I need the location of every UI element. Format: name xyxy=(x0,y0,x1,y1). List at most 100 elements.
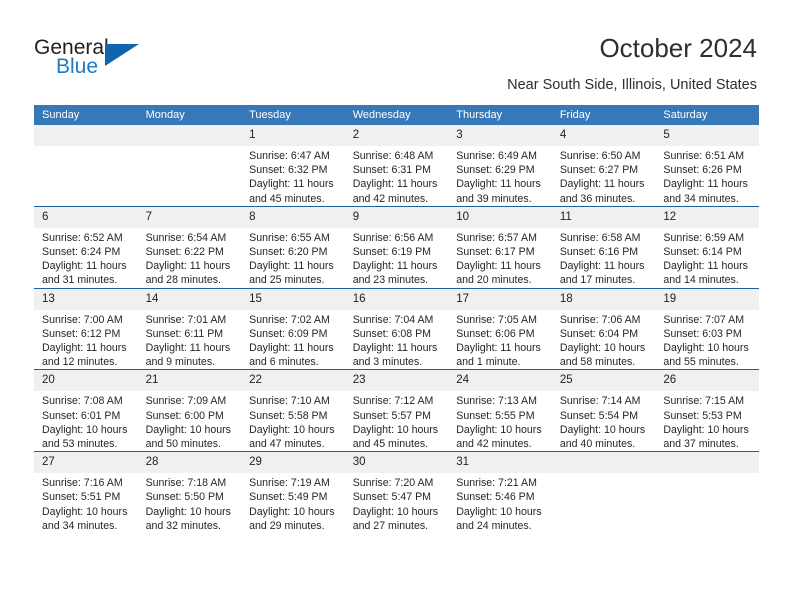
calendar-day-cell[interactable]: 12 Sunrise: 6:59 AM Sunset: 6:14 PM Dayligh… xyxy=(655,205,759,289)
calendar-day-cell[interactable]: 16 Sunrise: 7:04 AM Sunset: 6:08 PM Dayligh… xyxy=(344,287,449,370)
day-detail-line: Sunrise: 6:57 AM xyxy=(456,231,537,244)
day-detail-line: Sunrise: 7:00 AM xyxy=(42,313,123,326)
day-detail-line: Daylight: 11 hours xyxy=(145,342,231,355)
day-sun-details: Sunrise: 7:14 AM Sunset: 5:54 PM Daylight:… xyxy=(552,391,656,451)
calendar-day-cell[interactable]: 9 Sunrise: 6:56 AM Sunset: 6:19 PM Daylight… xyxy=(344,205,449,289)
day-number: 14 xyxy=(137,288,242,310)
calendar-day-cell[interactable]: 27 Sunrise: 7:16 AM Sunset: 5:51 PM Dayligh… xyxy=(34,451,138,534)
weekday-header-tuesday: Tuesday xyxy=(241,105,345,125)
calendar-day-cell[interactable]: 4 Sunrise: 6:50 AM Sunset: 6:27 PM Daylight… xyxy=(551,125,656,207)
day-detail-line: Sunrise: 7:18 AM xyxy=(145,477,227,490)
calendar-day-cell[interactable]: 30 Sunrise: 7:20 AM Sunset: 5:47 PM Dayligh… xyxy=(344,451,449,534)
calendar-day-cell[interactable]: 31 Sunrise: 7:21 AM Sunset: 5:46 PM Dayligh… xyxy=(448,451,552,534)
day-detail-line: Sunset: 6:00 PM xyxy=(145,409,224,422)
day-detail-line: Sunset: 6:01 PM xyxy=(42,409,121,422)
calendar-day-cell[interactable]: 24 Sunrise: 7:13 AM Sunset: 5:55 PM Dayligh… xyxy=(448,369,552,452)
calendar-day-cell[interactable]: 3 Sunrise: 6:49 AM Sunset: 6:29 PM Daylight… xyxy=(448,125,552,207)
day-sun-details: Sunrise: 7:02 AM Sunset: 6:09 PM Daylight:… xyxy=(241,310,345,370)
day-detail-line: Daylight: 11 hours xyxy=(456,178,541,191)
calendar-day-cell[interactable]: 18 Sunrise: 7:06 AM Sunset: 6:04 PM Dayligh… xyxy=(551,287,656,370)
day-detail-line: Sunrise: 7:01 AM xyxy=(145,313,227,326)
day-number: 6 xyxy=(34,206,138,228)
day-sun-details xyxy=(552,473,656,476)
day-number: 21 xyxy=(137,370,242,392)
day-sun-details: Sunrise: 6:49 AM Sunset: 6:29 PM Daylight:… xyxy=(448,146,552,206)
day-detail-line: and 53 minutes. xyxy=(42,438,118,451)
general-blue-logo[interactable]: General Blue xyxy=(34,36,234,86)
day-sun-details: Sunrise: 7:07 AM Sunset: 6:03 PM Daylight:… xyxy=(655,310,759,370)
day-number: 18 xyxy=(551,288,656,310)
day-detail-line: and 34 minutes. xyxy=(42,519,118,532)
calendar-day-cell[interactable]: 26 Sunrise: 7:15 AM Sunset: 5:53 PM Dayligh… xyxy=(655,369,759,452)
calendar-day-cell[interactable]: 25 Sunrise: 7:14 AM Sunset: 5:54 PM Dayligh… xyxy=(551,369,656,452)
day-detail-line: Sunrise: 7:07 AM xyxy=(663,313,745,326)
calendar-day-cell[interactable]: 10 Sunrise: 6:57 AM Sunset: 6:17 PM Dayligh… xyxy=(448,205,552,289)
calendar-day-cell[interactable]: 8 Sunrise: 6:55 AM Sunset: 6:20 PM Daylight… xyxy=(241,205,345,289)
day-detail-line: Sunrise: 7:04 AM xyxy=(352,313,434,326)
calendar-day-cell[interactable]: 22 Sunrise: 7:10 AM Sunset: 5:58 PM Dayligh… xyxy=(241,369,345,452)
day-sun-details: Sunrise: 6:54 AM Sunset: 6:22 PM Daylight:… xyxy=(138,228,242,288)
day-detail-line: Daylight: 10 hours xyxy=(663,423,749,436)
calendar-day-cell[interactable]: 2 Sunrise: 6:48 AM Sunset: 6:31 PM Daylight… xyxy=(344,125,449,207)
day-sun-details xyxy=(655,473,759,476)
calendar-day-cell[interactable]: 6 Sunrise: 6:52 AM Sunset: 6:24 PM Daylight… xyxy=(34,205,138,289)
calendar-day-cell[interactable]: 20 Sunrise: 7:08 AM Sunset: 6:01 PM Dayligh… xyxy=(34,369,138,452)
day-detail-line: Daylight: 10 hours xyxy=(352,505,439,518)
day-detail-line: Daylight: 10 hours xyxy=(145,423,231,436)
day-detail-line: and 3 minutes. xyxy=(352,356,423,369)
calendar-body: 1 Sunrise: 6:47 AM Sunset: 6:32 PM Daylight… xyxy=(34,125,759,534)
day-number: 24 xyxy=(448,370,552,392)
calendar-day-cell[interactable]: 29 Sunrise: 7:19 AM Sunset: 5:49 PM Dayligh… xyxy=(241,451,345,534)
day-sun-details: Sunrise: 7:16 AM Sunset: 5:51 PM Daylight:… xyxy=(34,473,138,533)
day-number xyxy=(34,125,138,146)
day-sun-details: Sunrise: 7:10 AM Sunset: 5:58 PM Daylight:… xyxy=(241,391,345,451)
page-title: October 2024 xyxy=(599,33,757,63)
day-number: 30 xyxy=(344,452,449,474)
page-subtitle: Near South Side, Illinois, United States xyxy=(507,77,757,93)
day-sun-details: Sunrise: 6:50 AM Sunset: 6:27 PM Daylight:… xyxy=(552,146,656,206)
day-detail-line: and 32 minutes. xyxy=(145,519,221,532)
day-sun-details: Sunrise: 7:00 AM Sunset: 6:12 PM Daylight:… xyxy=(34,310,138,370)
day-detail-line: Daylight: 11 hours xyxy=(42,342,127,355)
day-detail-line: and 55 minutes. xyxy=(663,356,739,369)
calendar-day-cell[interactable]: 19 Sunrise: 7:07 AM Sunset: 6:03 PM Dayligh… xyxy=(655,287,759,370)
calendar-cell-empty xyxy=(137,125,242,207)
day-number xyxy=(137,125,242,146)
calendar-day-cell[interactable]: 7 Sunrise: 6:54 AM Sunset: 6:22 PM Daylight… xyxy=(137,205,242,289)
calendar-day-cell[interactable]: 5 Sunrise: 6:51 AM Sunset: 6:26 PM Daylight… xyxy=(655,125,759,207)
day-sun-details: Sunrise: 7:05 AM Sunset: 6:06 PM Daylight:… xyxy=(448,310,552,370)
day-detail-line: Sunrise: 6:51 AM xyxy=(663,150,745,162)
day-sun-details: Sunrise: 7:08 AM Sunset: 6:01 PM Daylight:… xyxy=(34,391,138,451)
day-sun-details: Sunrise: 7:06 AM Sunset: 6:04 PM Daylight:… xyxy=(552,310,656,370)
calendar-day-cell[interactable]: 17 Sunrise: 7:05 AM Sunset: 6:06 PM Dayligh… xyxy=(448,287,552,370)
day-detail-line: Sunrise: 6:52 AM xyxy=(42,231,123,244)
day-detail-line: Daylight: 11 hours xyxy=(352,178,438,191)
calendar-day-cell[interactable]: 13 Sunrise: 7:00 AM Sunset: 6:12 PM Dayligh… xyxy=(34,287,138,370)
day-detail-line: Sunset: 6:04 PM xyxy=(559,327,639,340)
weekday-header-saturday: Saturday xyxy=(655,105,759,125)
day-detail-line: Daylight: 10 hours xyxy=(559,342,646,355)
day-detail-line: Sunset: 5:51 PM xyxy=(42,491,121,504)
day-sun-details: Sunrise: 7:20 AM Sunset: 5:47 PM Daylight:… xyxy=(345,473,449,533)
day-detail-line: Sunset: 5:50 PM xyxy=(145,491,224,504)
day-sun-details: Sunrise: 7:15 AM Sunset: 5:53 PM Daylight:… xyxy=(655,391,759,451)
day-number: 5 xyxy=(655,125,759,146)
calendar-day-cell[interactable]: 15 Sunrise: 7:02 AM Sunset: 6:09 PM Dayligh… xyxy=(241,287,345,370)
day-detail-line: Sunset: 6:31 PM xyxy=(352,164,432,177)
calendar-day-cell[interactable]: 11 Sunrise: 6:58 AM Sunset: 6:16 PM Dayligh… xyxy=(551,205,656,289)
day-detail-line: Sunset: 6:19 PM xyxy=(352,246,432,259)
calendar-day-cell[interactable]: 14 Sunrise: 7:01 AM Sunset: 6:11 PM Dayligh… xyxy=(137,287,242,370)
calendar-day-cell[interactable]: 1 Sunrise: 6:47 AM Sunset: 6:32 PM Daylight… xyxy=(241,125,345,207)
calendar-day-cell[interactable]: 28 Sunrise: 7:18 AM Sunset: 5:50 PM Dayligh… xyxy=(137,451,242,534)
calendar-header-row: Sunday Monday Tuesday Wednesday Thursday Frid… xyxy=(34,105,759,125)
day-detail-line: Sunrise: 7:20 AM xyxy=(352,477,434,490)
weekday-header-thursday: Thursday xyxy=(448,105,552,125)
day-sun-details: Sunrise: 7:09 AM Sunset: 6:00 PM Daylight:… xyxy=(138,391,242,451)
day-detail-line: Daylight: 11 hours xyxy=(456,342,541,355)
day-detail-line: Daylight: 11 hours xyxy=(145,260,231,273)
day-sun-details: Sunrise: 6:48 AM Sunset: 6:31 PM Daylight:… xyxy=(345,146,449,206)
calendar-day-cell[interactable]: 21 Sunrise: 7:09 AM Sunset: 6:00 PM Dayligh… xyxy=(137,369,242,452)
day-detail-line: Daylight: 10 hours xyxy=(456,423,542,436)
calendar-day-cell[interactable]: 23 Sunrise: 7:12 AM Sunset: 5:57 PM Dayligh… xyxy=(344,369,449,452)
day-detail-line: and 45 minutes. xyxy=(352,438,429,451)
